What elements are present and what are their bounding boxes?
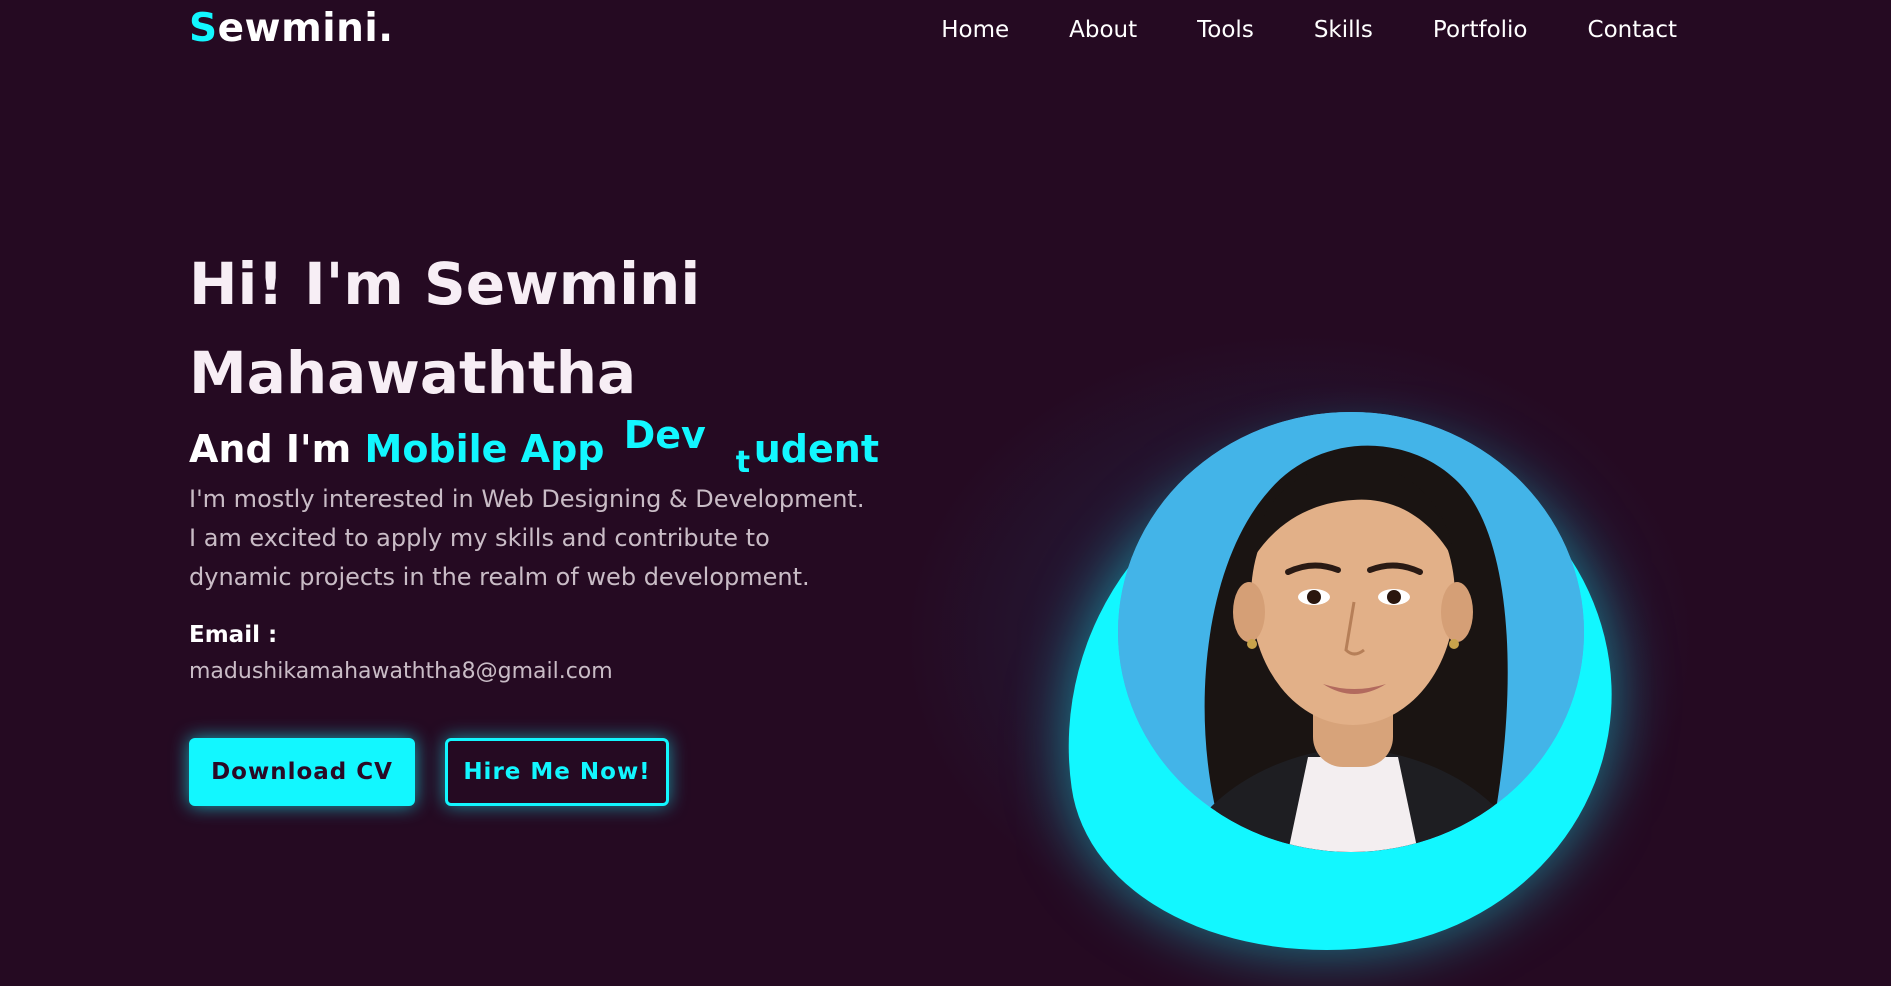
- profile-photo: [1118, 412, 1584, 852]
- logo-initial: S: [189, 6, 218, 51]
- site-logo[interactable]: Sewmini.: [189, 4, 394, 54]
- main-nav: Home About Tools Skills Portfolio Contac…: [941, 10, 1677, 50]
- hero-subtitle: And I'm Mobile App Dev t udent: [189, 413, 908, 480]
- nav-home[interactable]: Home: [941, 10, 1009, 50]
- hire-me-button[interactable]: Hire Me Now!: [445, 738, 669, 806]
- hero-title: Hi! I'm Sewmini Mahawaththa: [189, 250, 701, 407]
- nav-contact[interactable]: Contact: [1588, 10, 1677, 50]
- typed-fragment-3: udent: [753, 427, 879, 471]
- download-cv-button[interactable]: Download CV: [189, 738, 415, 806]
- typed-fragment-1: Dev: [623, 413, 706, 457]
- email-label: Email :: [189, 622, 278, 648]
- nav-portfolio[interactable]: Portfolio: [1433, 10, 1528, 50]
- email-address[interactable]: madushikamahawaththa8@gmail.com: [189, 659, 613, 684]
- nav-tools[interactable]: Tools: [1197, 10, 1254, 50]
- nav-about[interactable]: About: [1069, 10, 1137, 50]
- typed-text: Dev t udent: [618, 413, 908, 480]
- role-text: Mobile App: [364, 427, 605, 471]
- hero-description: I'm mostly interested in Web Designing &…: [189, 485, 865, 591]
- portrait-illustration: [1118, 412, 1584, 852]
- nav-skills[interactable]: Skills: [1314, 10, 1373, 50]
- subtitle-prefix: And I'm: [189, 427, 352, 471]
- logo-text: ewmini.: [217, 6, 394, 51]
